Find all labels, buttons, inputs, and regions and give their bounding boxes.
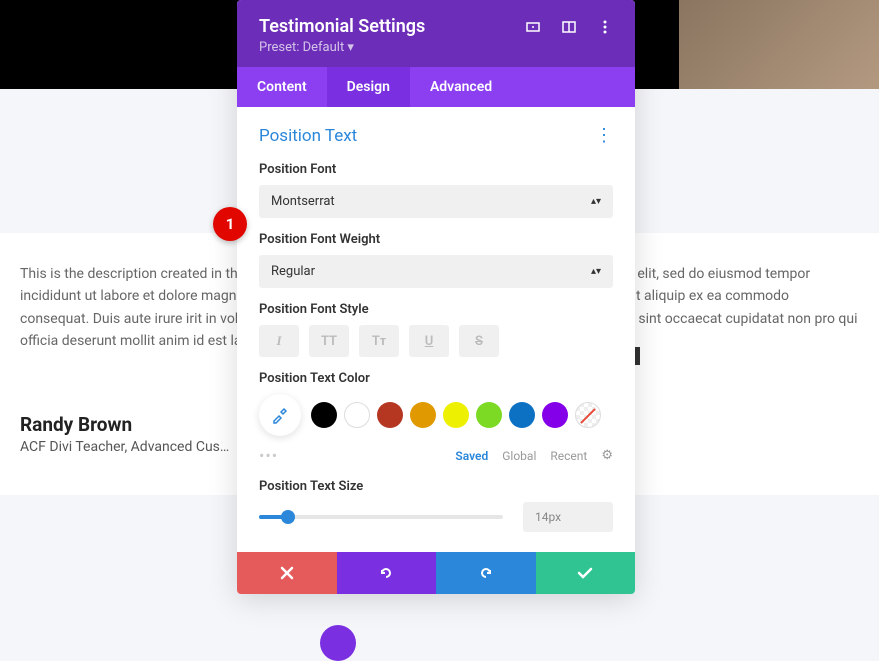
redo-button[interactable]	[436, 552, 536, 594]
smallcaps-button[interactable]: Tᴛ	[359, 325, 399, 357]
tab-content[interactable]: Content	[237, 67, 327, 107]
style-buttons-row: I TT Tᴛ U S	[259, 325, 613, 357]
underline-button[interactable]: U	[409, 325, 449, 357]
color-purple[interactable]	[542, 402, 568, 428]
color-orange[interactable]	[410, 402, 436, 428]
preset-dropdown[interactable]: Preset: Default ▾	[259, 40, 613, 55]
size-slider-row: 14px	[259, 502, 613, 532]
save-button[interactable]	[536, 552, 636, 594]
label-font: Position Font	[259, 162, 613, 177]
font-select[interactable]: Montserrat ▴▾	[259, 185, 613, 218]
panel-title-row: Testimonial Settings	[259, 16, 613, 37]
chevron-updown-icon: ▴▾	[591, 196, 601, 207]
tab-advanced[interactable]: Advanced	[410, 67, 512, 107]
panel-header: Testimonial Settings Preset: Default ▾	[237, 0, 635, 67]
label-color: Position Text Color	[259, 371, 613, 386]
uppercase-button[interactable]: TT	[309, 325, 349, 357]
weight-value: Regular	[271, 264, 315, 279]
preview-icon[interactable]	[525, 19, 541, 35]
color-tab-recent[interactable]: Recent	[550, 449, 587, 463]
chevron-updown-icon: ▴▾	[591, 266, 601, 277]
color-green[interactable]	[476, 402, 502, 428]
color-tabs-row: ••• Saved Global Recent ⚙	[259, 446, 613, 465]
undo-button[interactable]	[337, 552, 437, 594]
panel-body: Position Text ⋮ Position Font Montserrat…	[237, 107, 635, 552]
section-header: Position Text ⋮	[259, 125, 613, 146]
color-white[interactable]	[344, 402, 370, 428]
label-size: Position Text Size	[259, 479, 613, 494]
color-tab-saved[interactable]: Saved	[455, 449, 488, 463]
settings-panel: Testimonial Settings Preset: Default ▾ C…	[237, 0, 635, 594]
section-title[interactable]: Position Text	[259, 126, 357, 146]
step-badge: 1	[213, 207, 247, 241]
size-input[interactable]: 14px	[523, 502, 613, 532]
color-blue[interactable]	[509, 402, 535, 428]
more-icon[interactable]	[597, 19, 613, 35]
panel-header-icons	[525, 19, 613, 35]
slider-thumb[interactable]	[281, 510, 295, 524]
bottom-decorative-circle	[320, 625, 356, 661]
panel-title: Testimonial Settings	[259, 16, 425, 37]
gear-icon[interactable]: ⚙	[601, 448, 613, 463]
font-value: Montserrat	[271, 194, 335, 209]
tab-design[interactable]: Design	[327, 67, 410, 107]
panel-footer	[237, 552, 635, 594]
section-more-icon[interactable]: ⋮	[595, 125, 613, 146]
eyedropper-button[interactable]	[259, 394, 301, 436]
color-tab-global[interactable]: Global	[502, 449, 536, 463]
color-black[interactable]	[311, 402, 337, 428]
color-red[interactable]	[377, 402, 403, 428]
cancel-button[interactable]	[237, 552, 337, 594]
expand-icon[interactable]	[561, 19, 577, 35]
size-slider[interactable]	[259, 515, 503, 519]
label-weight: Position Font Weight	[259, 232, 613, 247]
color-swatches-row	[259, 394, 613, 436]
color-none[interactable]	[575, 402, 601, 428]
background-image-area	[679, 0, 879, 89]
italic-button[interactable]: I	[259, 325, 299, 357]
label-style: Position Font Style	[259, 302, 613, 317]
color-yellow[interactable]	[443, 402, 469, 428]
panel-tabs: Content Design Advanced	[237, 67, 635, 107]
weight-select[interactable]: Regular ▴▾	[259, 255, 613, 288]
color-tabs: Saved Global Recent ⚙	[455, 448, 613, 463]
strikethrough-button[interactable]: S	[459, 325, 499, 357]
more-colors-icon[interactable]: •••	[259, 446, 278, 465]
